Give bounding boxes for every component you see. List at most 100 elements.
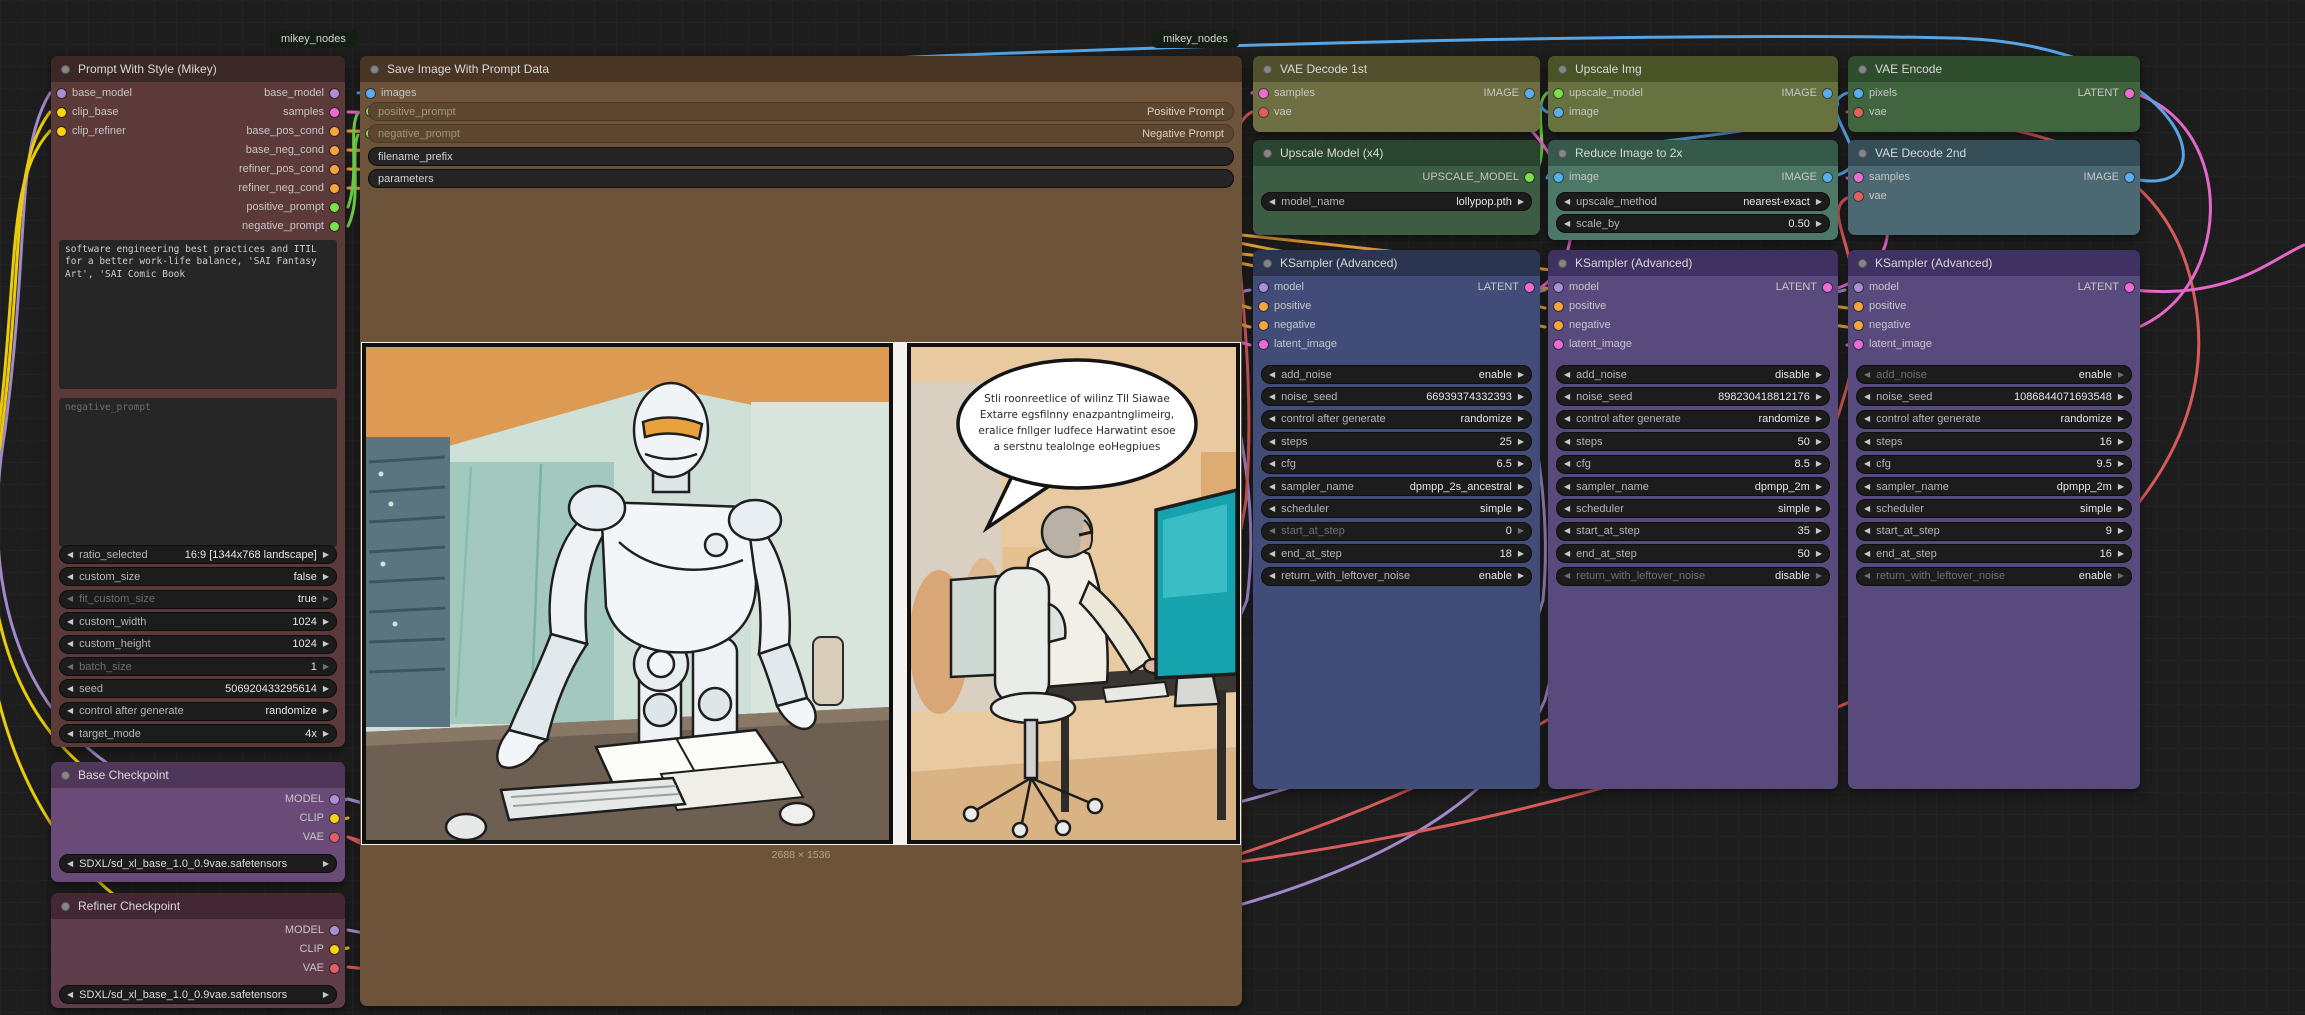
widget-return_with_leftover_noise[interactable]: ◀return_with_leftover_noiseenable▶: [1261, 567, 1532, 586]
output-port-base_neg_cond[interactable]: base_neg_cond: [246, 143, 339, 157]
vae-decode-1st[interactable]: VAE Decode 1stsamplesvaeIMAGE: [1253, 56, 1540, 132]
widget-return_with_leftover_noise[interactable]: ◀return_with_leftover_noisedisable▶: [1556, 567, 1830, 586]
input-port-positive[interactable]: positive: [1854, 299, 1906, 313]
output-port-base_pos_cond[interactable]: base_pos_cond: [246, 124, 339, 138]
decrement-arrow-icon[interactable]: ◀: [1564, 220, 1570, 228]
output-port-IMAGE[interactable]: IMAGE: [2084, 170, 2134, 184]
positive-prompt-textarea[interactable]: software engineering best practices and …: [59, 240, 337, 389]
input-port-vae[interactable]: vae: [1259, 105, 1292, 119]
port-dot[interactable]: [330, 184, 339, 193]
vae-encode[interactable]: VAE EncodepixelsvaeLATENT: [1848, 56, 2140, 132]
prompt-with-style-header[interactable]: Prompt With Style (Mikey): [51, 56, 345, 82]
port-dot[interactable]: [330, 833, 339, 842]
output-port-VAE[interactable]: VAE: [303, 830, 339, 844]
decrement-arrow-icon[interactable]: ◀: [1564, 550, 1570, 558]
increment-arrow-icon[interactable]: ▶: [1816, 198, 1822, 206]
increment-arrow-icon[interactable]: ▶: [1518, 550, 1524, 558]
port-dot[interactable]: [1259, 321, 1268, 330]
widget-steps[interactable]: ◀steps16▶: [1856, 432, 2132, 451]
port-dot[interactable]: [1259, 340, 1268, 349]
increment-arrow-icon[interactable]: ▶: [1518, 460, 1524, 468]
upscale-img-collapse-dot[interactable]: [1558, 65, 1567, 74]
port-dot[interactable]: [330, 814, 339, 823]
widget-target_mode[interactable]: ◀target_mode4x▶: [59, 724, 337, 743]
base-checkpoint-collapse-dot[interactable]: [61, 771, 70, 780]
decrement-arrow-icon[interactable]: ◀: [1564, 371, 1570, 379]
increment-arrow-icon[interactable]: ▶: [2118, 438, 2124, 446]
decrement-arrow-icon[interactable]: ◀: [1564, 415, 1570, 423]
port-dot[interactable]: [1259, 89, 1268, 98]
increment-arrow-icon[interactable]: ▶: [323, 595, 329, 603]
output-port-CLIP[interactable]: CLIP: [300, 942, 339, 956]
decrement-arrow-icon[interactable]: ◀: [1269, 371, 1275, 379]
output-port-VAE[interactable]: VAE: [303, 961, 339, 975]
increment-arrow-icon[interactable]: ▶: [2118, 460, 2124, 468]
port-dot[interactable]: [1854, 340, 1863, 349]
ksampler-advanced-2-collapse-dot[interactable]: [1558, 259, 1567, 268]
decrement-arrow-icon[interactable]: ◀: [67, 573, 73, 581]
increment-arrow-icon[interactable]: ▶: [323, 707, 329, 715]
port-dot[interactable]: [330, 945, 339, 954]
port-dot[interactable]: [330, 127, 339, 136]
input-port-negative[interactable]: negative: [1554, 318, 1611, 332]
widget-steps[interactable]: ◀steps25▶: [1261, 432, 1532, 451]
increment-arrow-icon[interactable]: ▶: [1816, 572, 1822, 580]
increment-arrow-icon[interactable]: ▶: [2118, 505, 2124, 513]
port-dot[interactable]: [366, 89, 375, 98]
port-dot[interactable]: [1854, 321, 1863, 330]
decrement-arrow-icon[interactable]: ◀: [1564, 460, 1570, 468]
increment-arrow-icon[interactable]: ▶: [1518, 198, 1524, 206]
decrement-arrow-icon[interactable]: ◀: [1864, 415, 1870, 423]
decrement-arrow-icon[interactable]: ◀: [1269, 460, 1275, 468]
port-dot[interactable]: [1554, 173, 1563, 182]
upscale-model-x4-header[interactable]: Upscale Model (x4): [1253, 140, 1540, 166]
increment-arrow-icon[interactable]: ▶: [2118, 371, 2124, 379]
widget-ratio_selected[interactable]: ◀ratio_selected16:9 [1344x768 landscape]…: [59, 545, 337, 564]
increment-arrow-icon[interactable]: ▶: [323, 860, 329, 868]
vae-decode-1st-collapse-dot[interactable]: [1263, 65, 1272, 74]
increment-arrow-icon[interactable]: ▶: [1816, 393, 1822, 401]
ksampler-advanced-3-collapse-dot[interactable]: [1858, 259, 1867, 268]
negative-prompt-textarea[interactable]: negative_prompt: [59, 398, 337, 547]
port-dot[interactable]: [330, 926, 339, 935]
input-port-image[interactable]: image: [1554, 170, 1599, 184]
decrement-arrow-icon[interactable]: ◀: [1864, 393, 1870, 401]
input-port-image[interactable]: image: [1554, 105, 1599, 119]
increment-arrow-icon[interactable]: ▶: [1518, 415, 1524, 423]
output-port-samples[interactable]: samples: [283, 105, 339, 119]
output-port-LATENT[interactable]: LATENT: [2078, 280, 2134, 294]
decrement-arrow-icon[interactable]: ◀: [1269, 198, 1275, 206]
increment-arrow-icon[interactable]: ▶: [2118, 572, 2124, 580]
ksampler-advanced-2-header[interactable]: KSampler (Advanced): [1548, 250, 1838, 276]
widget-end_at_step[interactable]: ◀end_at_step16▶: [1856, 544, 2132, 563]
output-port-negative_prompt[interactable]: negative_prompt: [242, 219, 339, 233]
output-port-MODEL[interactable]: MODEL: [285, 923, 339, 937]
port-dot[interactable]: [330, 964, 339, 973]
decrement-arrow-icon[interactable]: ◀: [1864, 438, 1870, 446]
decrement-arrow-icon[interactable]: ◀: [1564, 505, 1570, 513]
output-port-IMAGE[interactable]: IMAGE: [1782, 170, 1832, 184]
decrement-arrow-icon[interactable]: ◀: [67, 730, 73, 738]
decrement-arrow-icon[interactable]: ◀: [67, 618, 73, 626]
decrement-arrow-icon[interactable]: ◀: [1564, 483, 1570, 491]
increment-arrow-icon[interactable]: ▶: [323, 663, 329, 671]
widget-custom_size[interactable]: ◀custom_sizefalse▶: [59, 567, 337, 586]
input-port-latent_image[interactable]: latent_image: [1259, 337, 1337, 351]
vae-encode-collapse-dot[interactable]: [1858, 65, 1867, 74]
group-title-mikey-nodes-left[interactable]: mikey_nodes: [270, 30, 357, 48]
widget-cfg[interactable]: ◀cfg6.5▶: [1261, 455, 1532, 474]
port-dot[interactable]: [57, 108, 66, 117]
output-port-IMAGE[interactable]: IMAGE: [1484, 86, 1534, 100]
save-image-with-prompt-data-header[interactable]: Save Image With Prompt Data: [360, 56, 1242, 82]
widget-start_at_step[interactable]: ◀start_at_step9▶: [1856, 522, 2132, 541]
increment-arrow-icon[interactable]: ▶: [1518, 483, 1524, 491]
increment-arrow-icon[interactable]: ▶: [2118, 393, 2124, 401]
decrement-arrow-icon[interactable]: ◀: [67, 991, 73, 999]
increment-arrow-icon[interactable]: ▶: [1816, 415, 1822, 423]
widget-ckpt_name[interactable]: ◀SDXL/sd_xl_base_1.0_0.9vae.safetensors▶: [59, 985, 337, 1004]
output-port-IMAGE[interactable]: IMAGE: [1782, 86, 1832, 100]
widget-add_noise[interactable]: ◀add_noisedisable▶: [1556, 365, 1830, 384]
widget-start_at_step[interactable]: ◀start_at_step0▶: [1261, 522, 1532, 541]
decrement-arrow-icon[interactable]: ◀: [1864, 460, 1870, 468]
port-dot[interactable]: [57, 89, 66, 98]
